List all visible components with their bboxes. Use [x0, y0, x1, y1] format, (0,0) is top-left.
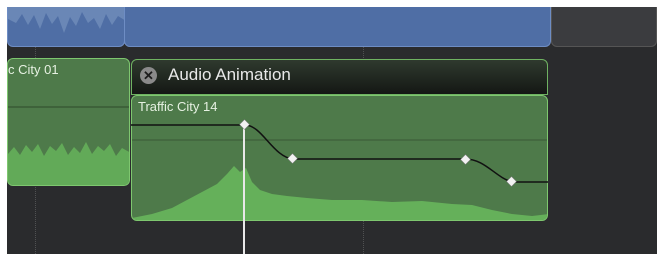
keyframes: [239, 119, 517, 187]
keyframe-handle[interactable]: [239, 119, 250, 130]
keyframe-handle[interactable]: [506, 176, 517, 187]
keyframe-handle[interactable]: [460, 154, 471, 165]
keyframe-handle[interactable]: [287, 153, 298, 164]
screenshot: c City 01 ✕ Audio Animation Traffic City…: [0, 0, 657, 254]
timeline[interactable]: c City 01 ✕ Audio Animation Traffic City…: [7, 7, 657, 254]
